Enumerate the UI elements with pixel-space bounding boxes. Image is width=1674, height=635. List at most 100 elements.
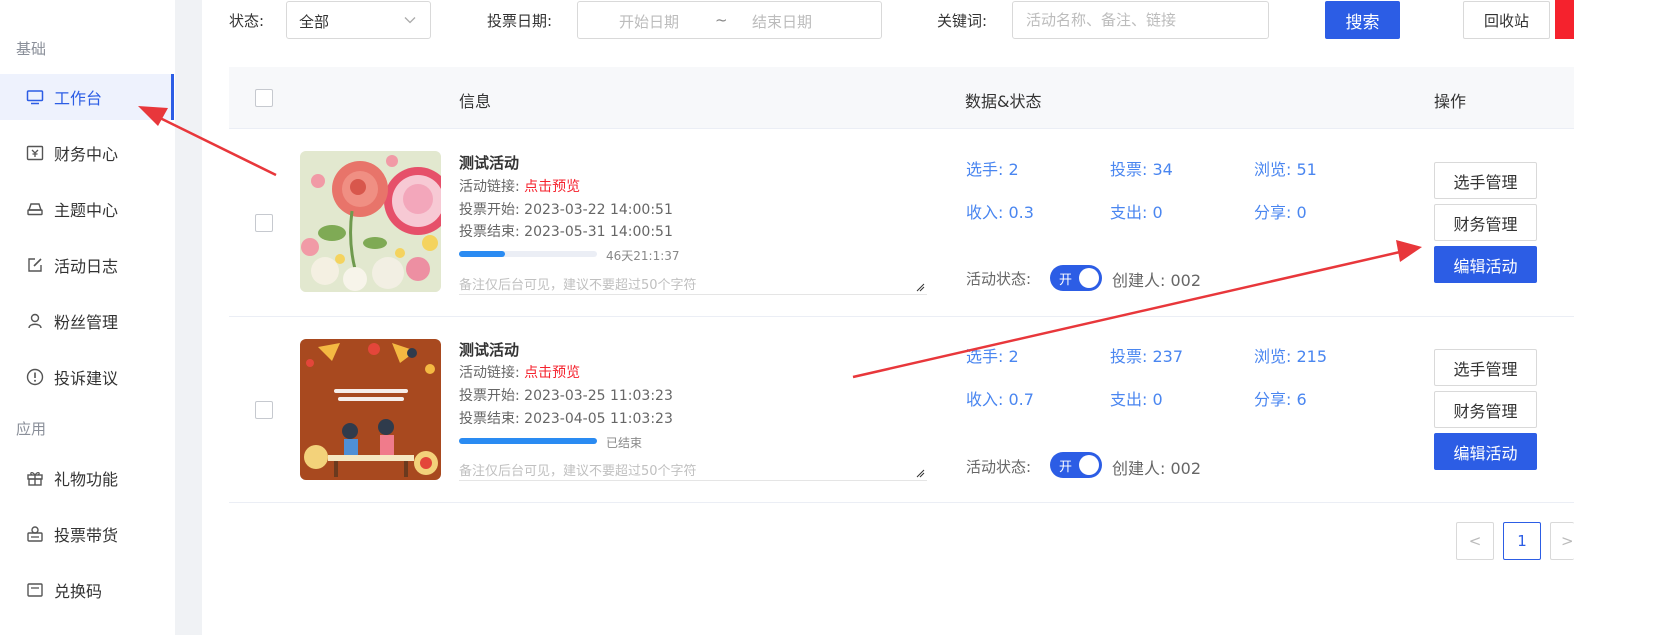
vote-start-time: 投票开始: 2023-03-25 11:03:23 (459, 388, 673, 404)
sidebar-item-label: 投票带货 (54, 526, 119, 545)
date-start-placeholder: 开始日期 (619, 13, 680, 31)
activity-title: 测试活动 (459, 341, 520, 359)
expense-amount: 支出: 0 (1110, 203, 1163, 222)
resize-grip-icon[interactable] (916, 469, 925, 478)
column-header-data-status: 数据&状态 (965, 92, 1042, 111)
status-filter-label: 状态: (229, 12, 265, 30)
partial-red-button[interactable] (1555, 0, 1574, 39)
column-header-actions: 操作 (1434, 92, 1467, 111)
activity-status-label: 活动状态: (966, 458, 1032, 476)
status-select-value: 全部 (299, 13, 330, 31)
manage-finance-button[interactable]: 财务管理 (1434, 204, 1537, 241)
vote-end-time: 投票结束: 2023-04-05 11:03:23 (459, 411, 673, 427)
toggle-text: 开 (1059, 460, 1073, 475)
prev-page-button[interactable]: < (1456, 522, 1494, 560)
sidebar-item-label: 兑换码 (54, 582, 103, 601)
progress-fill (459, 438, 597, 444)
recycle-bin-button[interactable]: 回收站 (1463, 1, 1550, 39)
edit-activity-button[interactable]: 编辑活动 (1434, 433, 1537, 470)
activity-progress-bar (459, 251, 597, 257)
toggle-text: 开 (1059, 273, 1073, 288)
progress-text: 已结束 (606, 436, 643, 450)
sidebar-item-label: 工作台 (54, 89, 103, 108)
section-title-basic: 基础 (16, 40, 47, 58)
vote-end-time: 投票结束: 2023-05-31 14:00:51 (459, 224, 673, 240)
activity-status-toggle[interactable]: 开 (1050, 265, 1102, 291)
next-page-button[interactable]: > (1550, 522, 1574, 560)
monitor-icon (26, 90, 44, 105)
shop-icon (27, 526, 43, 542)
resize-grip-icon[interactable] (916, 283, 925, 292)
votes-count: 投票: 34 (1110, 160, 1173, 179)
vote-date-label: 投票日期: (487, 12, 553, 30)
players-count: 选手: 2 (966, 347, 1019, 366)
activity-title: 测试活动 (459, 154, 520, 172)
sidebar-item-gifts[interactable]: 礼物功能 (0, 455, 175, 501)
remark-field[interactable]: 备注仅后台可见，建议不要超过50个字符 (459, 457, 927, 481)
manage-players-button[interactable]: 选手管理 (1434, 162, 1537, 199)
row-divider (229, 316, 1574, 317)
expense-amount: 支出: 0 (1110, 390, 1163, 409)
keyword-label: 关键词: (937, 12, 988, 30)
row-checkbox[interactable] (255, 214, 273, 232)
sidebar-item-label: 活动日志 (54, 257, 119, 276)
sidebar-item-theme[interactable]: 主题中心 (0, 186, 175, 232)
shares-count: 分享: 6 (1254, 390, 1307, 409)
toggle-knob (1079, 455, 1099, 475)
sidebar-item-fans[interactable]: 粉丝管理 (0, 298, 175, 344)
progress-text: 46天21:1:37 (606, 249, 680, 263)
views-count: 浏览: 51 (1254, 160, 1317, 179)
date-separator: ~ (715, 11, 728, 29)
shares-count: 分享: 0 (1254, 203, 1307, 222)
date-range-picker[interactable]: 开始日期 ~ 结束日期 (577, 1, 882, 39)
theme-icon (27, 203, 43, 216)
status-select[interactable]: 全部 (286, 1, 431, 39)
sidebar-item-complaints[interactable]: 投诉建议 (0, 354, 175, 400)
manage-players-button[interactable]: 选手管理 (1434, 349, 1537, 386)
search-button[interactable]: 搜索 (1325, 1, 1400, 39)
manage-finance-button[interactable]: 财务管理 (1434, 391, 1537, 428)
column-header-info: 信息 (459, 92, 492, 111)
sidebar-item-vote-sales[interactable]: 投票带货 (0, 511, 175, 557)
section-title-apps: 应用 (16, 420, 47, 438)
activity-link-line: 活动链接: 点击预览 (459, 176, 580, 196)
activity-link-line: 活动链接: 点击预览 (459, 362, 580, 382)
row-checkbox[interactable] (255, 401, 273, 419)
sidebar-item-label: 财务中心 (54, 145, 119, 164)
sidebar-item-workbench[interactable]: 工作台 (0, 74, 174, 120)
page-number-current[interactable]: 1 (1503, 522, 1541, 560)
activity-link-label: 活动链接: (459, 179, 525, 195)
user-icon (28, 313, 42, 329)
activity-status-label: 活动状态: (966, 270, 1032, 288)
edit-activity-button[interactable]: 编辑活动 (1434, 246, 1537, 283)
income-amount: 收入: 0.3 (966, 203, 1034, 222)
activity-thumbnail (300, 339, 441, 480)
activity-status-toggle[interactable]: 开 (1050, 452, 1102, 478)
creator: 创建人: 002 (1112, 271, 1202, 290)
preview-link[interactable]: 点击预览 (524, 365, 580, 381)
preview-link[interactable]: 点击预览 (524, 179, 580, 195)
sidebar-item-activity-log[interactable]: 活动日志 (0, 242, 175, 288)
views-count: 浏览: 215 (1254, 347, 1328, 366)
toggle-knob (1079, 268, 1099, 288)
sidebar-item-redeem-code[interactable]: 兑换码 (0, 567, 175, 613)
gift-icon (27, 472, 43, 486)
finance-icon (26, 145, 44, 161)
sidebar-item-label: 主题中心 (54, 201, 119, 220)
sidebar-item-label: 礼物功能 (54, 470, 119, 489)
ticket-icon (27, 583, 43, 597)
remark-placeholder: 备注仅后台可见，建议不要超过50个字符 (459, 278, 697, 293)
income-amount: 收入: 0.7 (966, 390, 1034, 409)
sidebar-item-finance[interactable]: 财务中心 (0, 130, 175, 176)
select-all-checkbox[interactable] (255, 89, 273, 107)
activity-progress-bar (459, 438, 597, 444)
keyword-input[interactable] (1012, 1, 1269, 39)
chevron-down-icon (404, 17, 416, 24)
creator: 创建人: 002 (1112, 459, 1202, 478)
remark-field[interactable]: 备注仅后台可见，建议不要超过50个字符 (459, 271, 927, 295)
sidebar-item-label: 投诉建议 (54, 369, 119, 388)
row-divider (229, 502, 1574, 503)
alert-icon (26, 368, 44, 386)
votes-count: 投票: 237 (1110, 347, 1184, 366)
table-header: 信息 数据&状态 操作 (229, 67, 1574, 129)
